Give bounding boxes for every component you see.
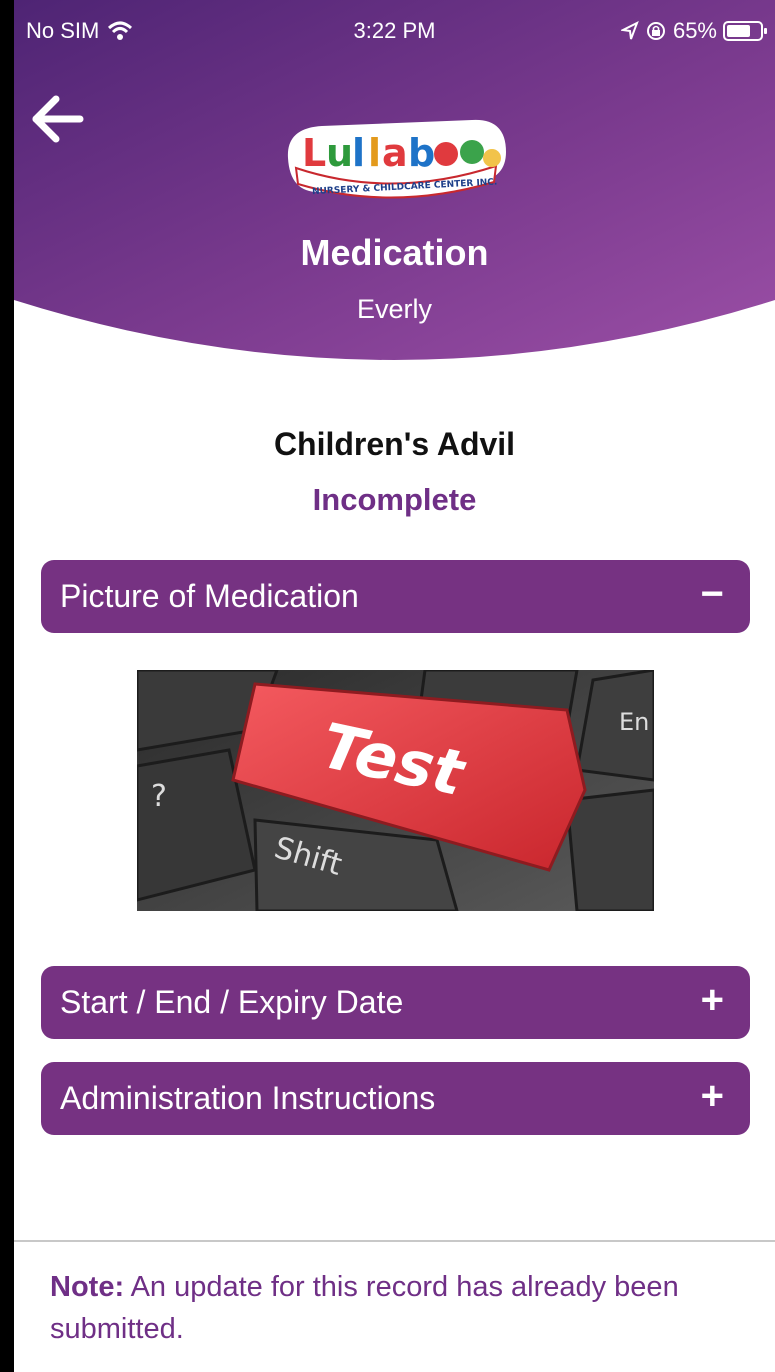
page-title: Medication: [300, 232, 489, 273]
section-picture-of-medication[interactable]: Picture of Medication −: [41, 560, 750, 633]
section-label: Administration Instructions: [60, 1080, 436, 1116]
section-label: Start / End / Expiry Date: [60, 984, 404, 1020]
section-label: Picture of Medication: [60, 578, 359, 614]
update-note: Note: An update for this record has alre…: [50, 1266, 740, 1350]
medication-screen: No SIM 3:22 PM 65% L u l l a b NURSERY &…: [14, 0, 775, 1372]
expand-icon[interactable]: +: [701, 1074, 724, 1119]
child-name: Everly: [356, 294, 432, 324]
svg-text:L: L: [302, 131, 326, 175]
medication-name: Children's Advil: [273, 426, 516, 462]
svg-text:a: a: [382, 131, 408, 175]
question-key-label: ?: [151, 779, 167, 814]
note-label: Note:: [50, 1271, 125, 1303]
status-bar: No SIM 3:22 PM 65%: [14, 0, 775, 58]
svg-text:u: u: [326, 131, 353, 175]
footer-divider: [14, 1240, 775, 1242]
arrow-left-icon[interactable]: [32, 95, 84, 143]
battery-icon: [723, 21, 767, 41]
svg-text:l: l: [352, 131, 365, 175]
rotation-lock-icon: [646, 22, 665, 40]
medication-photo: Test Shift ? En: [137, 670, 654, 911]
section-administration-instructions[interactable]: Administration Instructions +: [41, 1062, 750, 1135]
collapse-icon[interactable]: −: [701, 572, 724, 617]
note-text: An update for this record has already be…: [50, 1271, 679, 1345]
status-badge: Incomplete: [312, 482, 477, 517]
header: No SIM 3:22 PM 65% L u l l a b NURSERY &…: [14, 0, 775, 380]
section-start-end-expiry-date[interactable]: Start / End / Expiry Date +: [41, 966, 750, 1039]
expand-icon[interactable]: +: [701, 978, 724, 1023]
location-arrow-icon: [620, 21, 639, 40]
svg-text:l: l: [368, 131, 381, 175]
enter-key-label: En: [619, 708, 649, 736]
lullaboo-logo: L u l l a b NURSERY & CHILDCARE CENTER I…: [287, 119, 506, 199]
battery-percent: 65%: [672, 18, 717, 43]
svg-text:b: b: [408, 131, 435, 175]
